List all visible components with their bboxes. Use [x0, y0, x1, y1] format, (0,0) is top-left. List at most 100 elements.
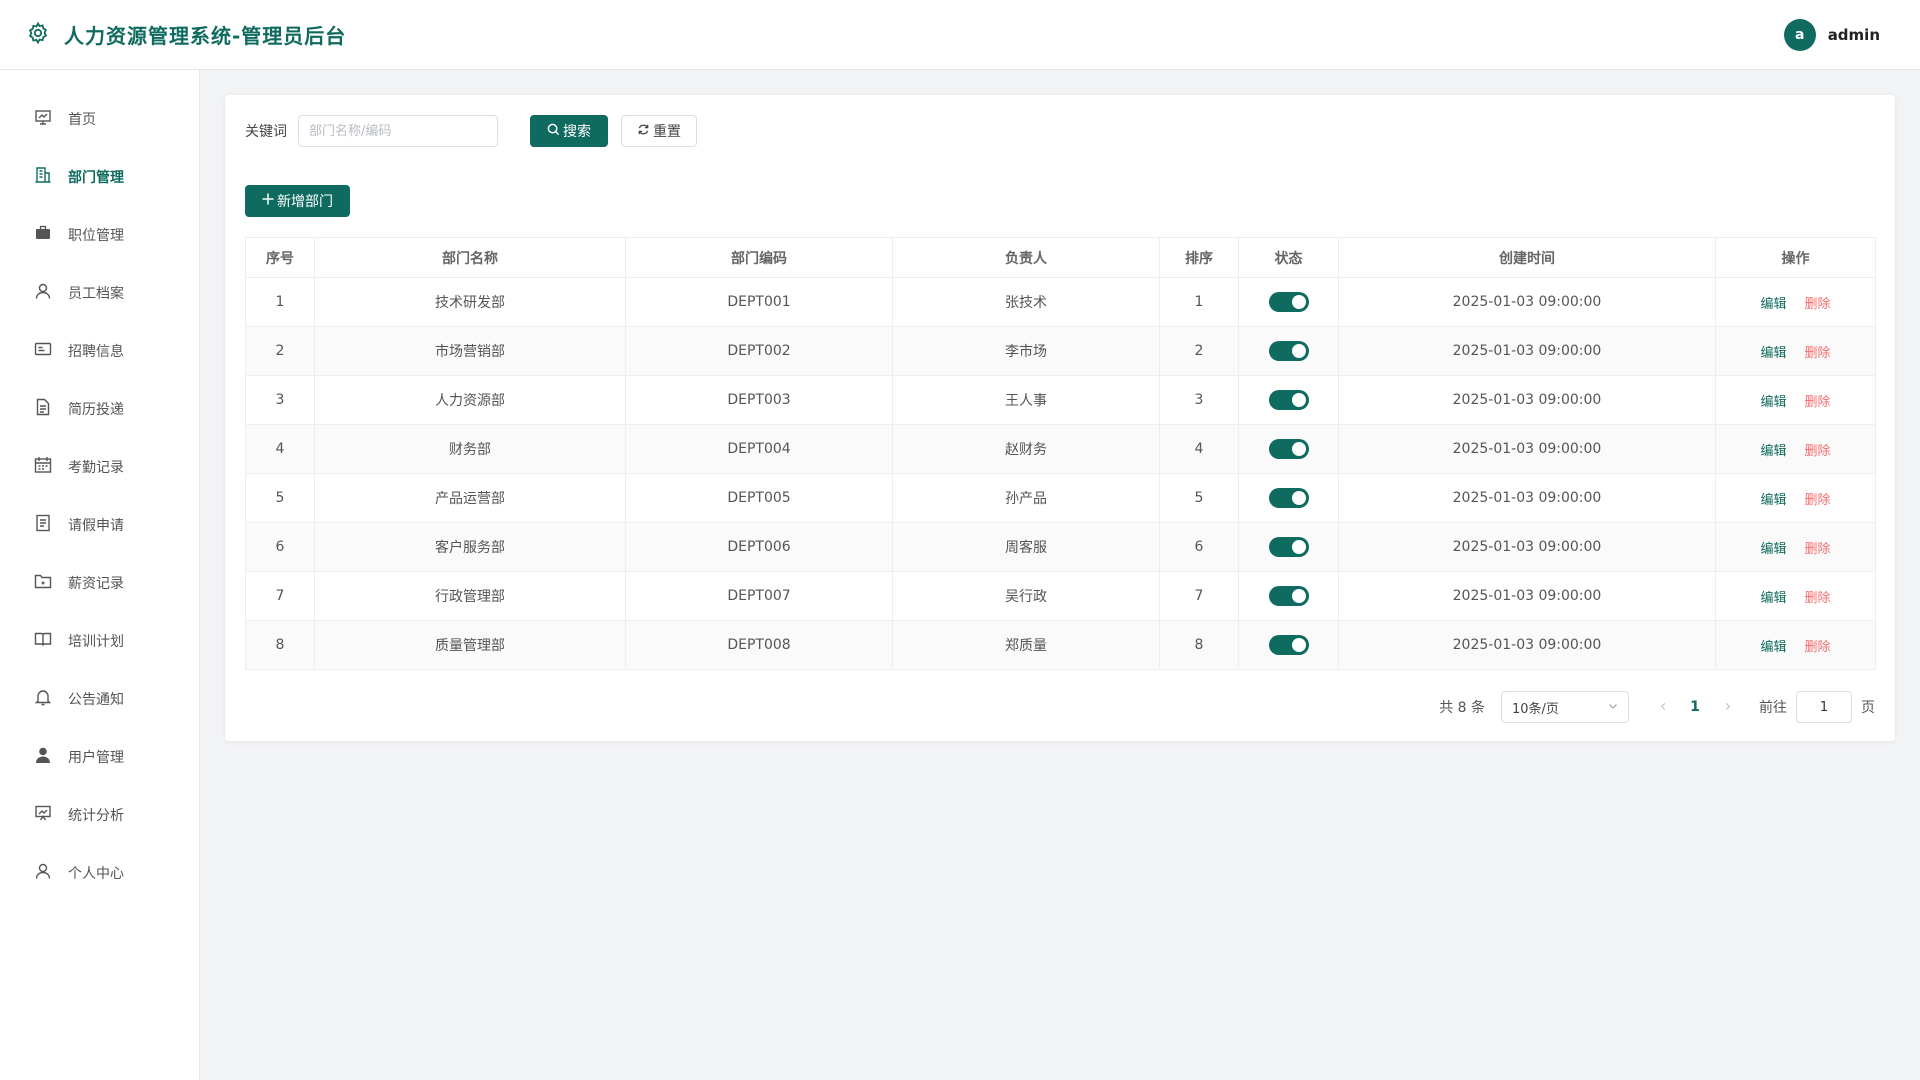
column-header-name[interactable]: 部门名称: [314, 237, 626, 278]
delete-link[interactable]: 删除: [1805, 346, 1831, 361]
sidebar-item-home[interactable]: 首页: [0, 90, 199, 148]
prev-page-button[interactable]: [1651, 699, 1675, 715]
sidebar-item-resume[interactable]: 简历投递: [0, 380, 199, 438]
edit-link[interactable]: 编辑: [1760, 346, 1786, 361]
column-header-created[interactable]: 创建时间: [1338, 237, 1716, 278]
edit-link[interactable]: 编辑: [1760, 591, 1786, 606]
sidebar-item-statistics[interactable]: 统计分析: [0, 786, 199, 844]
username[interactable]: admin: [1828, 26, 1880, 44]
user-menu[interactable]: a admin: [1783, 18, 1880, 51]
page-size-select[interactable]: 10条/页: [1501, 691, 1629, 723]
sidebar-item-training[interactable]: 培训计划: [0, 612, 199, 670]
sidebar-item-label: 简历投递: [68, 402, 124, 418]
cell-status: [1238, 571, 1339, 621]
sidebar-item-notice[interactable]: 公告通知: [0, 670, 199, 728]
goto-page-input[interactable]: [1796, 691, 1852, 723]
status-toggle[interactable]: [1268, 537, 1309, 557]
document-icon: [34, 398, 52, 420]
department-table: 序号 部门名称 部门编码 负责人 排序 状态 创建时间 操作 1 技术研发部 D…: [245, 237, 1876, 670]
edit-link[interactable]: 编辑: [1760, 297, 1786, 312]
delete-link[interactable]: 删除: [1805, 591, 1831, 606]
edit-link[interactable]: 编辑: [1760, 493, 1786, 508]
cell-index: 1: [245, 277, 315, 327]
search-bar: 关键词 搜索 重置: [245, 115, 697, 147]
cell-manager: 郑质量: [892, 620, 1160, 670]
edit-link[interactable]: 编辑: [1760, 542, 1786, 557]
cell-index: 8: [245, 620, 315, 670]
column-header-sort[interactable]: 排序: [1159, 237, 1239, 278]
cell-manager: 王人事: [892, 375, 1160, 425]
delete-link[interactable]: 删除: [1805, 640, 1831, 655]
user-icon: [34, 862, 52, 884]
cell-created: 2025-01-03 09:00:00: [1338, 571, 1716, 621]
cell-index: 3: [245, 375, 315, 425]
cell-manager: 周客服: [892, 522, 1160, 572]
delete-link[interactable]: 删除: [1805, 542, 1831, 557]
sidebar-item-profile[interactable]: 个人中心: [0, 844, 199, 902]
edit-link[interactable]: 编辑: [1760, 444, 1786, 459]
delete-link[interactable]: 删除: [1805, 493, 1831, 508]
status-toggle[interactable]: [1268, 488, 1309, 508]
cell-index: 7: [245, 571, 315, 621]
search-icon: [547, 123, 560, 140]
page-number-current[interactable]: 1: [1675, 699, 1715, 715]
status-toggle[interactable]: [1268, 635, 1309, 655]
cell-sort: 4: [1159, 424, 1239, 474]
sidebar-item-label: 公告通知: [68, 692, 124, 708]
status-toggle[interactable]: [1268, 292, 1309, 312]
cell-created: 2025-01-03 09:00:00: [1338, 620, 1716, 670]
sidebar-item-label: 部门管理: [68, 170, 124, 186]
content-card: 关键词 搜索 重置 新增部门 序号 部门名称: [225, 95, 1895, 741]
sidebar-item-position[interactable]: 职位管理: [0, 206, 199, 264]
sidebar-item-attendance[interactable]: 考勤记录: [0, 438, 199, 496]
search-button[interactable]: 搜索: [530, 115, 608, 147]
page-size-value: 10条/页: [1512, 701, 1559, 717]
sidebar-item-label: 考勤记录: [68, 460, 124, 476]
sidebar-item-salary[interactable]: 薪资记录: [0, 554, 199, 612]
delete-link[interactable]: 删除: [1805, 444, 1831, 459]
table-row: 2 市场营销部 DEPT002 李市场 2 2025-01-03 09:00:0…: [245, 326, 1876, 376]
cell-name: 人力资源部: [314, 375, 626, 425]
status-toggle[interactable]: [1268, 439, 1309, 459]
dashboard-icon: [34, 108, 52, 130]
column-header-manager[interactable]: 负责人: [892, 237, 1160, 278]
sidebar-item-employee[interactable]: 员工档案: [0, 264, 199, 322]
sidebar-item-label: 职位管理: [68, 228, 124, 244]
avatar[interactable]: a: [1783, 18, 1816, 51]
cell-actions: 编辑 删除: [1715, 571, 1876, 621]
keyword-input[interactable]: [298, 115, 498, 147]
table-row: 1 技术研发部 DEPT001 张技术 1 2025-01-03 09:00:0…: [245, 277, 1876, 327]
column-header-status[interactable]: 状态: [1238, 237, 1339, 278]
sidebar-item-users[interactable]: 用户管理: [0, 728, 199, 786]
cell-name: 技术研发部: [314, 277, 626, 327]
column-header-index[interactable]: 序号: [245, 237, 315, 278]
status-toggle[interactable]: [1268, 341, 1309, 361]
sidebar-item-recruitment[interactable]: 招聘信息: [0, 322, 199, 380]
cell-code: DEPT005: [625, 473, 893, 523]
add-department-button[interactable]: 新增部门: [245, 185, 350, 217]
sidebar-item-leave[interactable]: 请假申请: [0, 496, 199, 554]
reset-button[interactable]: 重置: [621, 115, 697, 147]
sidebar-item-label: 统计分析: [68, 808, 124, 824]
cell-actions: 编辑 删除: [1715, 473, 1876, 523]
search-button-label: 搜索: [563, 124, 591, 140]
cell-status: [1238, 375, 1339, 425]
cell-index: 2: [245, 326, 315, 376]
pagination: 共 8 条 10条/页 1 前往 页: [1439, 691, 1875, 723]
page-suffix: 页: [1861, 700, 1875, 716]
status-toggle[interactable]: [1268, 586, 1309, 606]
sidebar-item-label: 培训计划: [68, 634, 124, 650]
next-page-button[interactable]: [1715, 699, 1739, 715]
table-row: 8 质量管理部 DEPT008 郑质量 8 2025-01-03 09:00:0…: [245, 620, 1876, 670]
edit-link[interactable]: 编辑: [1760, 395, 1786, 410]
sidebar-item-label: 请假申请: [68, 518, 124, 534]
column-header-code[interactable]: 部门编码: [625, 237, 893, 278]
sidebar-item-department[interactable]: 部门管理: [0, 148, 199, 206]
cell-actions: 编辑 删除: [1715, 424, 1876, 474]
edit-link[interactable]: 编辑: [1760, 640, 1786, 655]
sidebar-item-label: 招聘信息: [68, 344, 124, 360]
delete-link[interactable]: 删除: [1805, 395, 1831, 410]
delete-link[interactable]: 删除: [1805, 297, 1831, 312]
status-toggle[interactable]: [1268, 390, 1309, 410]
cell-code: DEPT006: [625, 522, 893, 572]
